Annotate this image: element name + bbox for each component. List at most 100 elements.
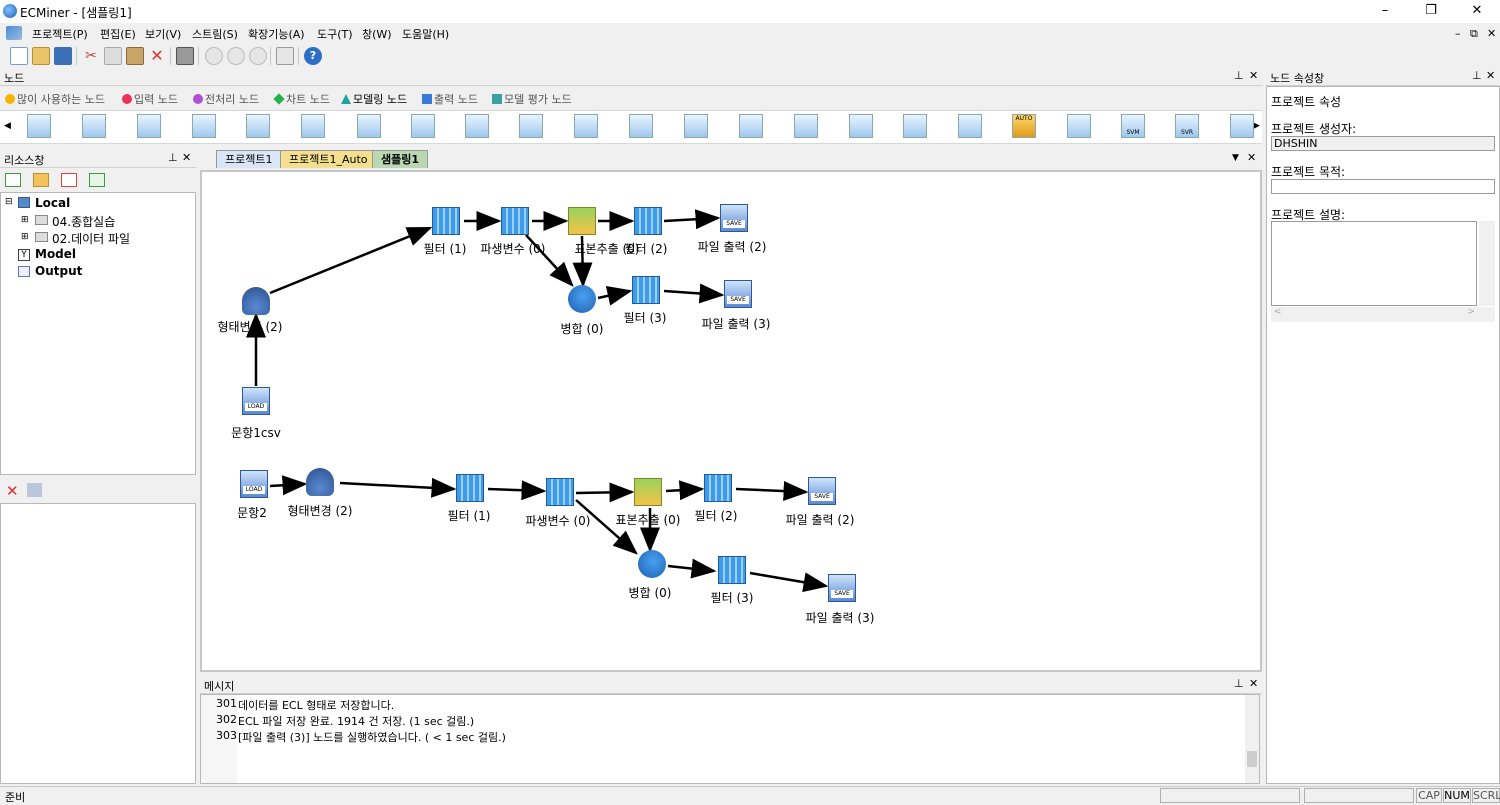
save-icon[interactable] xyxy=(54,47,72,65)
s1-load-icon[interactable]: LOAD xyxy=(242,387,270,415)
paste-icon[interactable] xyxy=(126,47,144,65)
category-frequent[interactable]: 많이 사용하는 노드 xyxy=(5,91,105,108)
tree-collapse-icon[interactable]: ⊟ xyxy=(5,197,13,207)
tab-sampling1[interactable]: 샘플링1 xyxy=(372,150,429,168)
scrollbar-thumb[interactable] xyxy=(1247,751,1257,767)
tree-item-practice[interactable]: 04.종합실습 xyxy=(52,213,115,230)
s2-out3-icon[interactable]: SAVE xyxy=(828,574,856,602)
tree-expand-icon[interactable]: ⊞ xyxy=(21,232,29,242)
s1-transform-icon[interactable] xyxy=(242,287,270,315)
s2-merge-icon[interactable] xyxy=(638,550,666,578)
description-textarea[interactable] xyxy=(1271,221,1477,306)
bar-chart-icon[interactable] xyxy=(357,114,381,138)
s1-transform-node-label[interactable]: 형태변경 (2) xyxy=(218,318,283,335)
menu-tools[interactable]: 도구(T) xyxy=(317,26,353,42)
menu-edit[interactable]: 편집(E) xyxy=(100,26,136,42)
tab-project1-auto[interactable]: 프로젝트1_Auto xyxy=(280,150,377,168)
s1-filter1-node-label[interactable]: 필터 (1) xyxy=(424,240,467,257)
network-icon[interactable] xyxy=(465,114,489,138)
auto-ddr-icon[interactable]: AUTO xyxy=(1012,114,1036,138)
dots-icon[interactable] xyxy=(739,114,763,138)
run-icon[interactable] xyxy=(205,47,223,65)
tree-item-datafile[interactable]: 02.데이터 파일 xyxy=(52,230,130,247)
mdi-close-button[interactable]: ✕ xyxy=(1487,27,1496,40)
s1-out2-node-label[interactable]: 파일 출력 (2) xyxy=(698,238,767,255)
property-close-icon[interactable]: ✕ xyxy=(1486,69,1495,82)
network-icon[interactable] xyxy=(794,114,818,138)
tree-icon[interactable] xyxy=(849,114,873,138)
node-panel-close-icon[interactable]: ✕ xyxy=(1249,69,1258,82)
property-pin-icon[interactable]: ⊥ xyxy=(1472,69,1482,82)
s1-sample-icon[interactable] xyxy=(568,207,596,235)
resource-close-icon[interactable]: ✕ xyxy=(182,151,191,164)
dots-icon[interactable] xyxy=(301,114,325,138)
node-panel-pin-icon[interactable]: ⊥ xyxy=(1234,69,1244,82)
menu-stream[interactable]: 스트림(S) xyxy=(192,26,238,42)
s1-filter2-node-label[interactable]: 필터 (2) xyxy=(625,240,668,257)
s1-out3-node-label[interactable]: 파일 출력 (3) xyxy=(702,315,771,332)
cut-icon[interactable]: ✂ xyxy=(82,47,100,65)
delete-icon[interactable]: ✕ xyxy=(148,47,166,65)
s1-load-node-label[interactable]: 문항1csv xyxy=(231,424,281,441)
help-icon[interactable]: ? xyxy=(304,47,322,65)
s1-filter1-icon[interactable] xyxy=(432,207,460,235)
s2-load-icon[interactable]: LOAD xyxy=(240,470,268,498)
cluster-icon[interactable] xyxy=(192,114,216,138)
message-pin-icon[interactable]: ⊥ xyxy=(1234,677,1244,690)
tree-output[interactable]: Output xyxy=(35,264,82,278)
mdi-minimize-button[interactable]: – xyxy=(1455,27,1461,40)
s1-filter3-node-label[interactable]: 필터 (3) xyxy=(624,309,667,326)
menu-view[interactable]: 보기(V) xyxy=(145,26,181,42)
bar-chart-icon[interactable] xyxy=(903,114,927,138)
s2-out2-icon[interactable]: SAVE xyxy=(808,477,836,505)
scatter-red-icon[interactable] xyxy=(629,114,653,138)
open-folder-icon[interactable] xyxy=(32,47,50,65)
menu-extensions[interactable]: 확장기능(A) xyxy=(248,26,305,42)
menu-project[interactable]: 프로젝트(P) xyxy=(32,26,88,42)
step-icon[interactable] xyxy=(249,47,267,65)
description-hscrollbar[interactable]: < > xyxy=(1271,307,1495,322)
funnel-icon[interactable] xyxy=(958,114,982,138)
s2-filter2-node-label[interactable]: 필터 (2) xyxy=(695,507,738,524)
s1-merge-node-label[interactable]: 병합 (0) xyxy=(561,320,604,337)
s2-filter3-icon[interactable] xyxy=(718,556,746,584)
s2-filter1-icon[interactable] xyxy=(456,474,484,502)
tab-project1[interactable]: 프로젝트1 xyxy=(216,150,282,168)
s2-transform-node-label[interactable]: 형태변경 (2) xyxy=(288,502,353,519)
org-tree-icon[interactable] xyxy=(411,114,435,138)
s2-transform-icon[interactable] xyxy=(306,468,334,496)
category-chart[interactable]: 차트 노드 xyxy=(273,91,330,108)
s2-filter2-icon[interactable] xyxy=(704,474,732,502)
s2-load-node-label[interactable]: 문항2 xyxy=(237,504,267,521)
stop-icon[interactable] xyxy=(227,47,245,65)
refresh-icon[interactable] xyxy=(89,173,105,187)
creator-field[interactable]: DHSHIN xyxy=(1271,136,1495,151)
palette-right-arrow-icon[interactable]: ▶ xyxy=(1253,121,1260,131)
s2-filter3-node-label[interactable]: 필터 (3) xyxy=(711,589,754,606)
tree-local[interactable]: Local xyxy=(35,196,70,210)
s2-derive-node-label[interactable]: 파생변수 (0) xyxy=(526,512,591,529)
s1-filter3-icon[interactable] xyxy=(632,276,660,304)
message-close-icon[interactable]: ✕ xyxy=(1249,677,1258,690)
s2-out3-node-label[interactable]: 파일 출력 (3) xyxy=(806,609,875,626)
menu-window[interactable]: 창(W) xyxy=(362,26,392,42)
resource-pin-icon[interactable]: ⊥ xyxy=(168,151,178,164)
hierarchy-tree-icon[interactable] xyxy=(82,114,106,138)
svr-icon[interactable]: SVR xyxy=(1175,114,1199,138)
filter-icon[interactable] xyxy=(1067,114,1091,138)
tree-model[interactable]: Model xyxy=(35,247,76,261)
s1-out3-icon[interactable]: SAVE xyxy=(724,280,752,308)
s2-derive-icon[interactable] xyxy=(546,478,574,506)
category-preprocess[interactable]: 전처리 노드 xyxy=(193,91,259,108)
s2-sample-icon[interactable] xyxy=(634,478,662,506)
category-output[interactable]: 출력 노드 xyxy=(422,91,478,108)
chart-icon[interactable] xyxy=(1230,114,1254,138)
palette-left-arrow-icon[interactable]: ◀ xyxy=(4,121,11,131)
s2-out2-node-label[interactable]: 파일 출력 (2) xyxy=(786,511,855,528)
svm-icon[interactable]: SVM xyxy=(1121,114,1145,138)
category-evaluation[interactable]: 모델 평가 노드 xyxy=(492,91,572,108)
save-disabled-icon[interactable] xyxy=(27,483,42,497)
scatter-icon[interactable] xyxy=(246,114,270,138)
s2-sample-node-label[interactable]: 표본추출 (0) xyxy=(616,511,681,528)
doc-menu-icon[interactable] xyxy=(6,26,22,40)
